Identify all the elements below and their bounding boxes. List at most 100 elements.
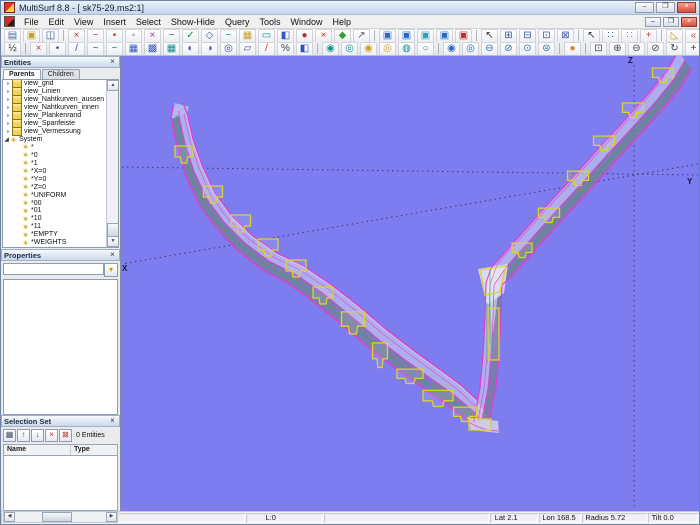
- tree-item-11[interactable]: ∗*11: [3, 223, 118, 231]
- tree-item-1[interactable]: ∗*1: [3, 159, 118, 167]
- entity-bcurve-icon[interactable]: ~: [106, 42, 123, 55]
- maximize-button[interactable]: ❐: [656, 2, 675, 13]
- new-file-icon[interactable]: ▤: [4, 29, 21, 42]
- select-parents-icon[interactable]: ⊡: [538, 29, 555, 42]
- tree-item-[interactable]: ∗*: [3, 144, 118, 152]
- scroll-thumb[interactable]: [107, 223, 119, 237]
- eye-bottom-icon[interactable]: ⊜: [538, 42, 555, 55]
- entity-surface-icon[interactable]: ▦: [125, 42, 142, 55]
- check-tool-icon[interactable]: ✓: [182, 29, 199, 42]
- entities-tree-scrollbar[interactable]: ▲ ▼: [106, 80, 118, 247]
- hide-all-icon[interactable]: ○: [417, 42, 434, 55]
- surface-grid-icon[interactable]: ▦: [239, 29, 256, 42]
- entities-tree[interactable]: ▸view_grid▸view_Linien▸view_Nahtkurven_a…: [2, 79, 119, 248]
- eye-top-icon[interactable]: ⊙: [519, 42, 536, 55]
- menu-query[interactable]: Query: [220, 16, 255, 28]
- tree-item-Z0[interactable]: ∗*Z=0: [3, 183, 118, 191]
- select-remove-icon[interactable]: ⊟: [519, 29, 536, 42]
- expand-arrow-icon[interactable]: ▸: [5, 104, 12, 111]
- delete-entity-icon[interactable]: ×: [68, 29, 85, 42]
- properties-name-input[interactable]: [3, 263, 104, 275]
- zoom-in-icon[interactable]: ⊕: [609, 42, 626, 55]
- move-up-button[interactable]: ↑: [17, 429, 30, 442]
- snap-divisions-icon[interactable]: ∷: [621, 29, 638, 42]
- tree-item-view_Vermessung[interactable]: ▸view_Vermessung: [3, 128, 118, 136]
- properties-pin-icon[interactable]: ▾: [104, 263, 118, 277]
- entity-ruled-icon[interactable]: ▦: [163, 42, 180, 55]
- show-points-icon[interactable]: ◉: [322, 42, 339, 55]
- scroll-left-icon[interactable]: ◀: [4, 512, 15, 522]
- entity-text-icon[interactable]: /: [258, 42, 275, 55]
- menu-help[interactable]: Help: [328, 16, 357, 28]
- list-view-button[interactable]: ▦: [3, 429, 16, 442]
- scroll-down-icon[interactable]: ▼: [107, 236, 119, 247]
- expand-arrow-icon[interactable]: ▸: [5, 128, 12, 135]
- zoom-out-icon[interactable]: ⊖: [628, 42, 645, 55]
- expand-arrow-icon[interactable]: ▸: [5, 120, 12, 127]
- zoom-previous-icon[interactable]: ⊘: [647, 42, 664, 55]
- tree-item-00[interactable]: ∗*00: [3, 199, 118, 207]
- snap-intersect-icon[interactable]: +: [640, 29, 657, 42]
- selection-set-close-icon[interactable]: ×: [108, 417, 117, 425]
- entity-point-icon[interactable]: ×: [30, 42, 47, 55]
- tree-item-X0[interactable]: ∗*X=0: [3, 167, 118, 175]
- zoom-window-icon[interactable]: ⊡: [590, 42, 607, 55]
- entity-sweep-icon[interactable]: ◑: [201, 42, 218, 55]
- scroll-right-icon[interactable]: ▶: [106, 512, 117, 522]
- plank-strake-right[interactable]: [467, 56, 692, 433]
- entity-curve-icon[interactable]: ~: [87, 42, 104, 55]
- properties-close-icon[interactable]: ×: [108, 251, 117, 259]
- tree-item-system[interactable]: ◢∗System: [3, 136, 118, 144]
- open-file-icon[interactable]: ▣: [23, 29, 40, 42]
- pan-view-icon[interactable]: +: [685, 42, 699, 55]
- expand-arrow-icon[interactable]: ▸: [5, 112, 12, 119]
- patch-tool-icon[interactable]: ▭: [258, 29, 275, 42]
- arc-tool-icon[interactable]: ~: [163, 29, 180, 42]
- eye-left-icon[interactable]: ⊖: [481, 42, 498, 55]
- tree-item-UNIFORM[interactable]: ∗*UNIFORM: [3, 191, 118, 199]
- column-name[interactable]: Name: [4, 445, 71, 455]
- selection-set-hscrollbar[interactable]: ◀ ▶: [3, 511, 118, 523]
- move-down-button[interactable]: ↓: [31, 429, 44, 442]
- measure-triangle-icon[interactable]: ◺: [666, 29, 683, 42]
- tree-item-Y0[interactable]: ∗*Y=0: [3, 175, 118, 183]
- close-button[interactable]: ×: [677, 2, 696, 13]
- entity-plane-icon[interactable]: ▱: [239, 42, 256, 55]
- eye-right-icon[interactable]: ⊘: [500, 42, 517, 55]
- menu-view[interactable]: View: [69, 16, 98, 28]
- remove-selected-button[interactable]: ×: [45, 429, 58, 442]
- entity-line-icon[interactable]: /: [68, 42, 85, 55]
- clear-set-button[interactable]: ⊠: [59, 429, 72, 442]
- entities-close-icon[interactable]: ×: [108, 58, 117, 66]
- select-fence-icon[interactable]: ⊠: [557, 29, 574, 42]
- solid-tool-icon[interactable]: ◧: [277, 29, 294, 42]
- menu-file[interactable]: File: [19, 16, 44, 28]
- view-front-icon[interactable]: ▣: [379, 29, 396, 42]
- eye-back-icon[interactable]: ◎: [462, 42, 479, 55]
- pick-pointer-icon[interactable]: ↖: [583, 29, 600, 42]
- bead-tool-icon[interactable]: ◇: [201, 29, 218, 42]
- viewport-3d[interactable]: Z Y X: [121, 56, 699, 511]
- hscroll-thumb[interactable]: [42, 512, 72, 522]
- insert-curve-icon[interactable]: ~: [87, 29, 104, 42]
- magnet-point-icon[interactable]: ×: [144, 29, 161, 42]
- select-pointer-icon[interactable]: ↖: [481, 29, 498, 42]
- entity-lofted-icon[interactable]: ▩: [144, 42, 161, 55]
- scroll-up-icon[interactable]: ▲: [107, 80, 119, 91]
- entity-revsurf-icon[interactable]: ◐: [182, 42, 199, 55]
- view-side-icon[interactable]: ▣: [398, 29, 415, 42]
- minimize-button[interactable]: –: [635, 2, 654, 13]
- eye-front-icon[interactable]: ◉: [443, 42, 460, 55]
- mdi-restore-button[interactable]: ❐: [663, 17, 679, 27]
- column-type[interactable]: Type: [71, 445, 117, 455]
- save-file-icon[interactable]: ◫: [42, 29, 59, 42]
- menu-tools[interactable]: Tools: [254, 16, 285, 28]
- menu-insert[interactable]: Insert: [98, 16, 131, 28]
- snap-grid-icon[interactable]: ∷: [602, 29, 619, 42]
- show-all-icon[interactable]: ◍: [398, 42, 415, 55]
- tab-children[interactable]: Children: [42, 69, 80, 79]
- tree-item-01[interactable]: ∗*01: [3, 207, 118, 215]
- entity-trim-icon[interactable]: %: [277, 42, 294, 55]
- menu-window[interactable]: Window: [285, 16, 327, 28]
- expand-arrow-icon[interactable]: ▸: [5, 96, 12, 103]
